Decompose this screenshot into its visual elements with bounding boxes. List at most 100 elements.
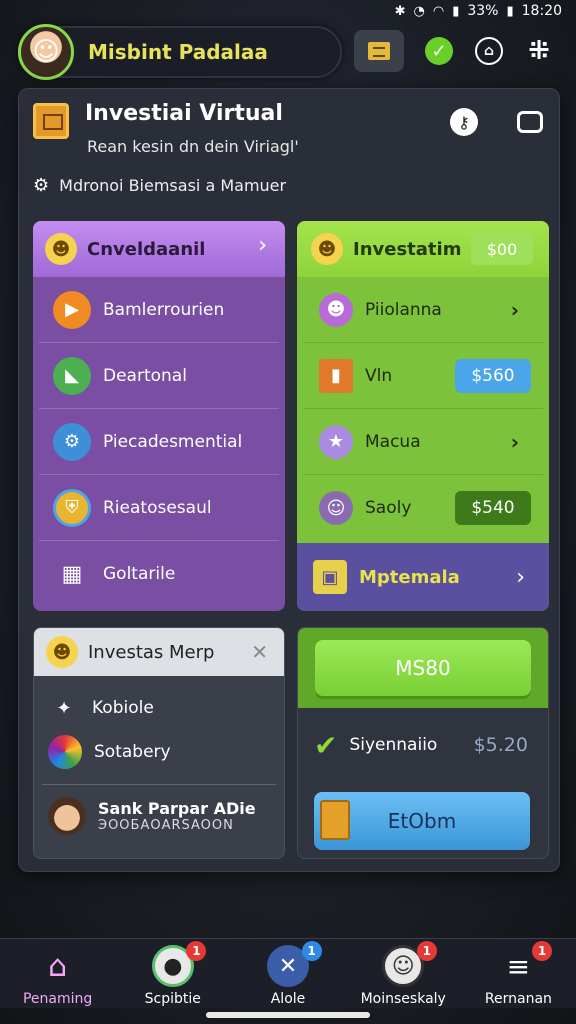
close-icon[interactable]: ✕ bbox=[251, 640, 268, 664]
gift-icon: ▣ bbox=[313, 560, 347, 594]
home-indicator[interactable] bbox=[206, 1012, 370, 1018]
list-item-label: Vln bbox=[365, 365, 393, 386]
bottom-tab-bar: ⌂ Penaming ● 1 Scpibtie ✕ 1 Alole ☺ 1 Mo… bbox=[0, 938, 576, 1008]
list-item[interactable]: ▦ Goltarile bbox=[39, 541, 279, 607]
secondary-button[interactable]: EtObm bbox=[314, 792, 530, 850]
panel-subtitle: Rean kesin dn dein Viriagl' bbox=[87, 137, 299, 156]
verified-button[interactable]: ✓ bbox=[414, 30, 464, 72]
list-item[interactable]: ☻ Piiolanna › bbox=[303, 277, 543, 343]
primary-button[interactable]: MS80 bbox=[315, 640, 531, 696]
check-icon: ✔ bbox=[314, 728, 338, 762]
battery-icon: ▮ bbox=[506, 3, 514, 19]
list-item[interactable]: Sotabery bbox=[34, 728, 284, 776]
store-icon: ◣ bbox=[53, 356, 91, 395]
color-wheel-icon bbox=[48, 735, 82, 769]
star-icon: ★ bbox=[319, 424, 353, 459]
tab-label: Scpibtie bbox=[144, 991, 201, 1007]
section-heading-text: Mdronoi Biemsasi a Mamuer bbox=[59, 176, 287, 195]
grid-icon: ⁜ bbox=[528, 36, 550, 66]
price-button[interactable]: $540 bbox=[455, 491, 531, 525]
profile-pill[interactable]: ☺ Misbint Padalaa bbox=[18, 24, 342, 80]
investment-panel: Investiai Virtual Rean kesin dn dein Vir… bbox=[18, 88, 560, 872]
play-icon: ▶ bbox=[53, 290, 91, 329]
tab-label: Rernanan bbox=[484, 991, 552, 1007]
home-icon: ⌂ bbox=[48, 948, 68, 984]
account-button[interactable]: ⌂ bbox=[464, 30, 514, 72]
avatar bbox=[48, 797, 86, 835]
green-card: ☻ Investatim $00 ☻ Piiolanna › ▮ Vln $56… bbox=[297, 221, 549, 611]
list-item[interactable]: ⛨ Rieatosesaul bbox=[39, 475, 279, 541]
chevron-right-icon: › bbox=[510, 429, 519, 454]
list-item-label: Deartonal bbox=[103, 365, 187, 386]
chevron-right-icon: › bbox=[516, 564, 525, 590]
chest-icon bbox=[368, 42, 390, 60]
smiley-icon: ☻ bbox=[46, 636, 78, 668]
building-icon: ▦ bbox=[61, 561, 83, 587]
list-item[interactable]: ◣ Deartonal bbox=[39, 343, 279, 409]
summary-label: Siyennaiio bbox=[349, 735, 438, 755]
characters-icon: ✦ bbox=[56, 697, 72, 719]
notification-badge: 1 bbox=[186, 941, 207, 961]
gear-icon: ⚙ bbox=[33, 175, 50, 196]
shield-icon: ⛨ bbox=[53, 488, 91, 527]
bear-icon: ☺ bbox=[319, 491, 353, 525]
top-bar: ☺ Misbint Padalaa ✓ ⌂ ⁜ bbox=[18, 24, 558, 80]
green-card-header[interactable]: ☻ Investatim $00 bbox=[297, 221, 549, 277]
gray-card-title: Investas Merp bbox=[88, 641, 215, 663]
gray-card: ☻ Investas Merp ✕ ✦ Kobiole Sotabery San… bbox=[33, 627, 285, 859]
action-card-top: MS80 bbox=[298, 628, 548, 708]
document-icon bbox=[320, 800, 350, 840]
list-item-label: Macua bbox=[365, 431, 421, 452]
chest-button[interactable] bbox=[354, 30, 404, 72]
list-item-label: Bamlerrourien bbox=[103, 299, 225, 320]
list-item[interactable]: ▶ Bamlerrourien bbox=[39, 277, 279, 343]
list-item-label: Saoly bbox=[365, 498, 412, 518]
summary-value: $5.20 bbox=[473, 734, 528, 756]
lock-button[interactable]: ⚷ bbox=[447, 105, 481, 139]
avatar[interactable]: ☺ bbox=[18, 24, 74, 80]
header-badge: $00 bbox=[471, 233, 533, 265]
bluetooth-icon: ✱ bbox=[394, 3, 406, 19]
purple-card-header[interactable]: ☻ Cnveldaanil › bbox=[33, 221, 285, 277]
list-item[interactable]: ☺ Saoly $540 bbox=[303, 475, 543, 541]
list-item[interactable]: ⚙ Piecadesmential bbox=[39, 409, 279, 475]
action-card: MS80 ✔ Siyennaiio $5.20 EtObm bbox=[297, 627, 549, 859]
section-heading: ⚙ Mdronoi Biemsasi a Mamuer bbox=[33, 175, 286, 196]
tab-home[interactable]: ⌂ Penaming bbox=[0, 939, 115, 1008]
bag-button[interactable] bbox=[513, 105, 547, 139]
gear-icon: ⚙ bbox=[53, 422, 91, 461]
list-item-label: Kobiole bbox=[92, 698, 154, 718]
chevron-right-icon: › bbox=[510, 297, 519, 322]
clock: 18:20 bbox=[521, 3, 562, 19]
check-icon: ✓ bbox=[425, 37, 453, 65]
green-card-footer[interactable]: ▣ Mptemala › bbox=[297, 543, 549, 611]
door-icon: ▮ bbox=[319, 358, 353, 393]
tab-messages[interactable]: ☺ 1 Moinseskaly bbox=[346, 939, 461, 1008]
profile-name: Misbint Padalaa bbox=[88, 40, 268, 64]
summary-row: ✔ Siyennaiio $5.20 bbox=[298, 708, 548, 782]
purple-card-title: Cnveldaanil bbox=[87, 238, 206, 260]
list-item[interactable]: ★ Macua › bbox=[303, 409, 543, 475]
notification-badge: 1 bbox=[301, 941, 322, 961]
gray-card-header: ☻ Investas Merp ✕ bbox=[34, 628, 284, 676]
person-icon: ⌂ bbox=[475, 37, 503, 65]
tab-label: Moinseskaly bbox=[360, 991, 446, 1007]
list-item[interactable]: ▮ Vln $560 bbox=[303, 343, 543, 409]
battery-percent: 33% bbox=[467, 3, 499, 19]
tab-social[interactable]: ● 1 Scpibtie bbox=[115, 939, 230, 1008]
user-row[interactable]: Sank Parpar ADie ЭООБАОАRSAOON bbox=[42, 784, 276, 847]
status-bar: ✱ ◔ ◠ ▮ 33% ▮ 18:20 bbox=[0, 0, 576, 22]
tab-menu[interactable]: ≡ 1 Rernanan bbox=[461, 939, 576, 1008]
purple-card: ☻ Cnveldaanil › ▶ Bamlerrourien ◣ Dearto… bbox=[33, 221, 285, 611]
smiley-icon: ☻ bbox=[45, 233, 77, 265]
tab-tools[interactable]: ✕ 1 Alole bbox=[230, 939, 345, 1008]
price-button[interactable]: $560 bbox=[455, 358, 531, 393]
list-item[interactable]: ✦ Kobiole bbox=[34, 688, 284, 728]
signal-icon: ▮ bbox=[452, 3, 460, 19]
menu-button[interactable]: ⁜ bbox=[514, 30, 564, 72]
user-name: Sank Parpar ADie bbox=[98, 799, 256, 818]
panel-title: Investiai Virtual bbox=[85, 101, 283, 126]
chevron-right-icon: › bbox=[258, 233, 267, 258]
alarm-icon: ◔ bbox=[413, 3, 425, 19]
lock-icon: ⚷ bbox=[450, 108, 478, 136]
